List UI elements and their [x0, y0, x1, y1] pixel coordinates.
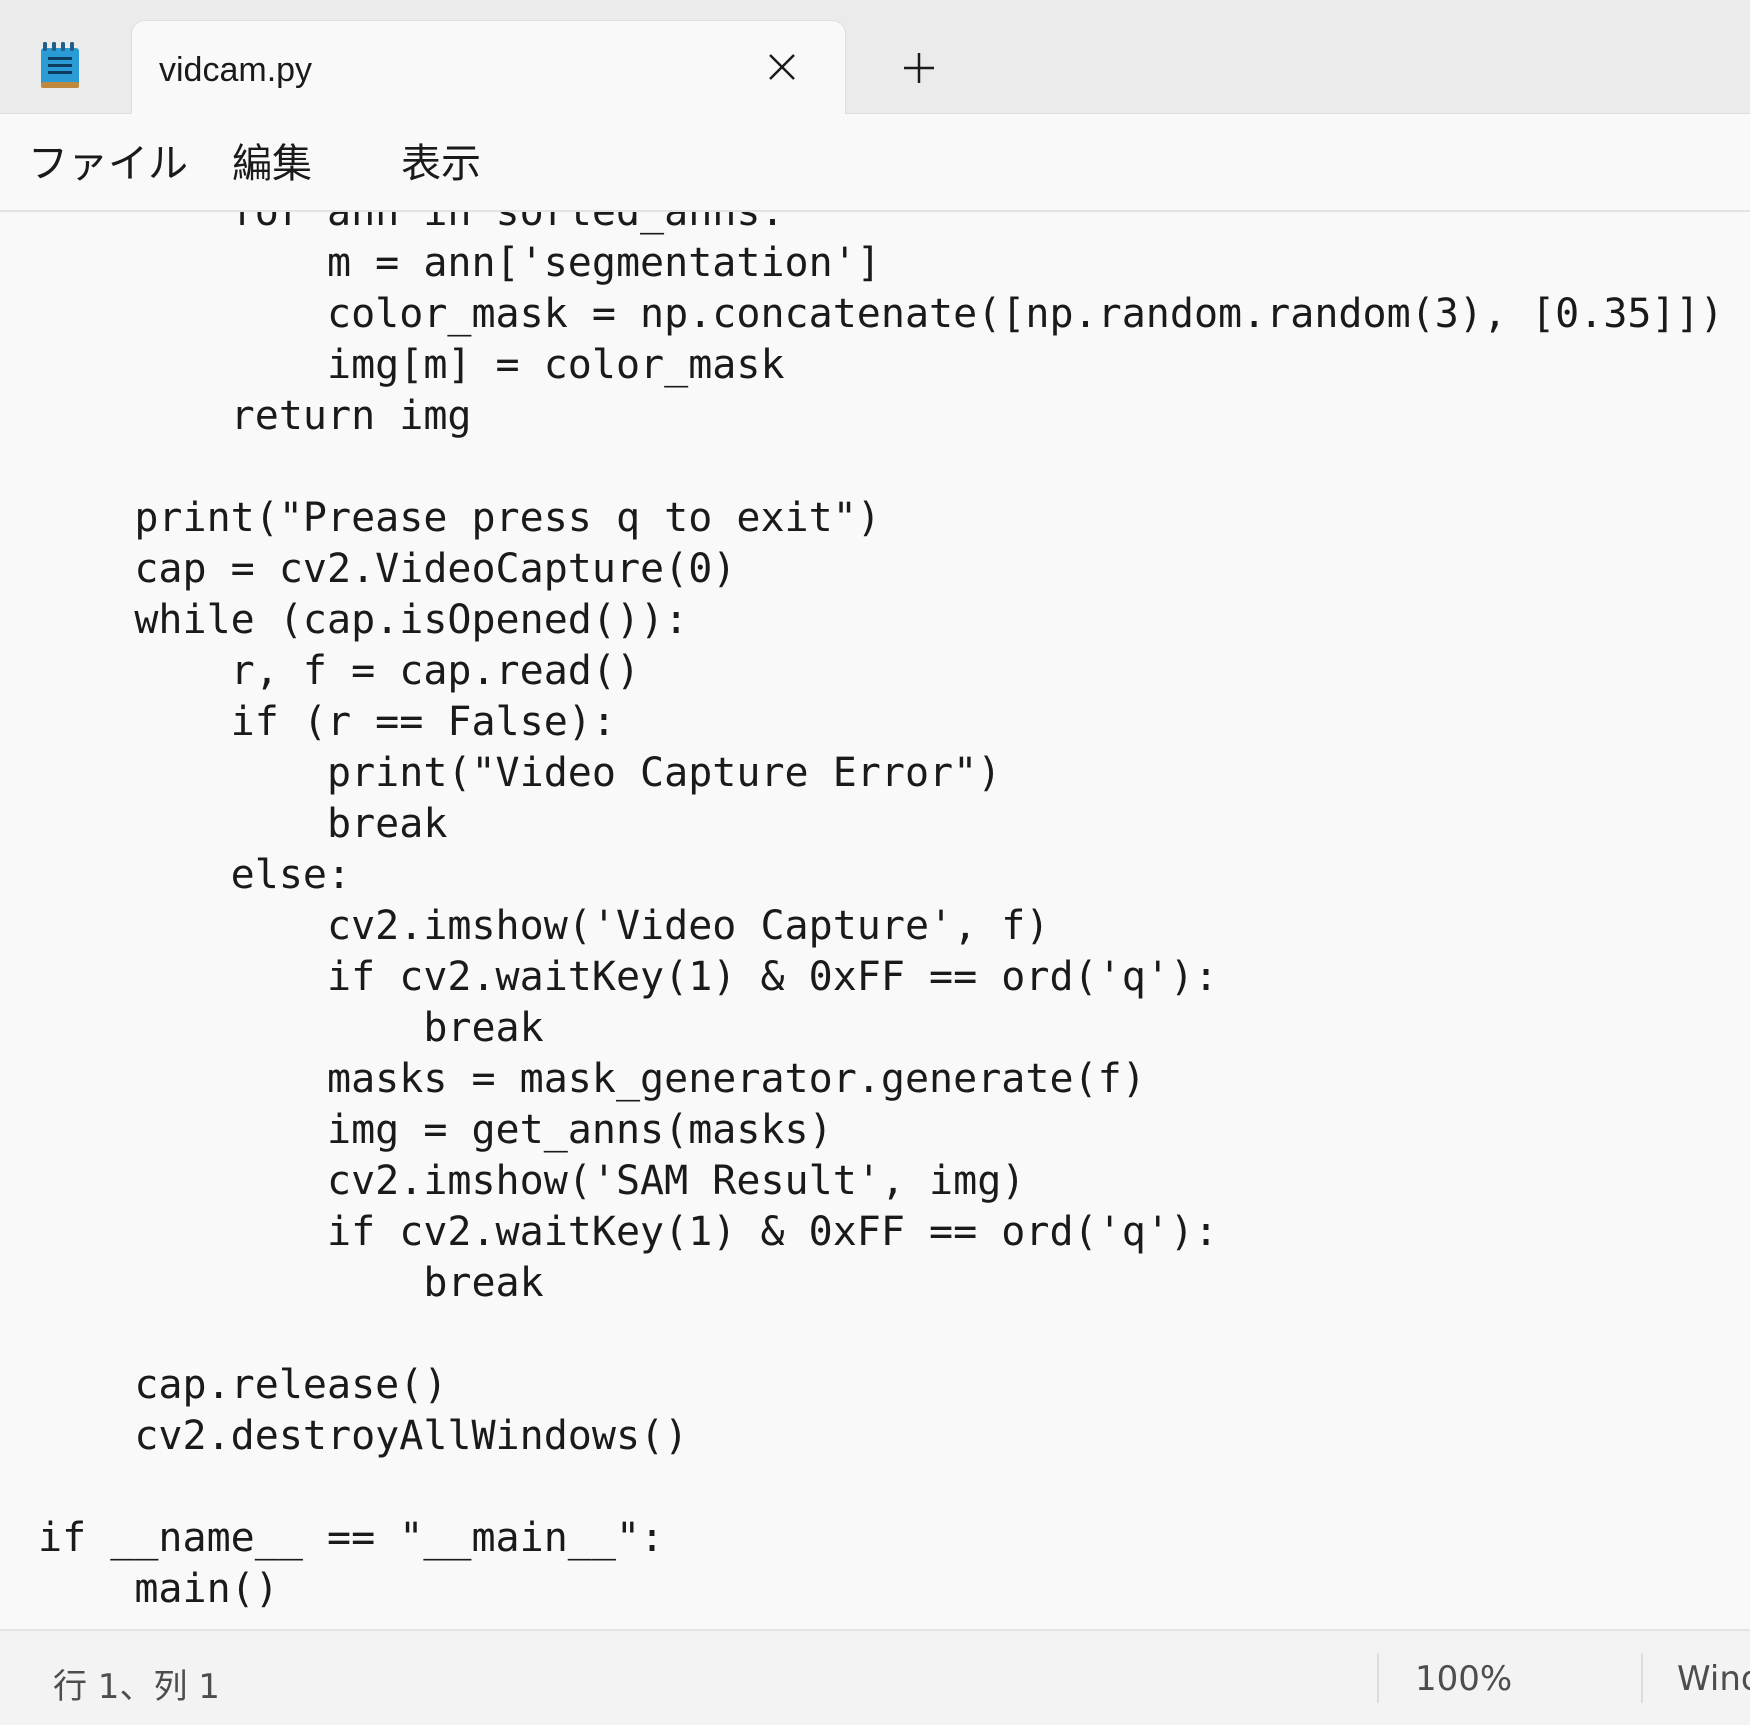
- tab-bar: vidcam.py: [0, 0, 1750, 114]
- zoom-level[interactable]: 100%: [1415, 1659, 1512, 1699]
- code-line[interactable]: masks = mask_generator.generate(f): [38, 1054, 1724, 1105]
- code-line[interactable]: print("Video Capture Error"): [38, 748, 1724, 799]
- status-bar: 行 1、列 1 100% Windows (CRLF): [0, 1629, 1750, 1725]
- code-line[interactable]: r, f = cap.read(): [38, 646, 1724, 697]
- code-line[interactable]: if cv2.waitKey(1) & 0xFF == ord('q'):: [38, 1207, 1724, 1258]
- text-editor[interactable]: for ann in sorted_anns: m = ann['segment…: [0, 212, 1750, 1629]
- notepad-window: vidcam.py ファイル 編集 表示 for ann in sorted_a…: [0, 0, 1750, 1725]
- code-line[interactable]: while (cap.isOpened()):: [38, 595, 1724, 646]
- code-line[interactable]: return img: [38, 391, 1724, 442]
- code-line[interactable]: break: [38, 799, 1724, 850]
- line-ending[interactable]: Windows (CRLF): [1677, 1659, 1750, 1699]
- tab-vidcam[interactable]: vidcam.py: [131, 20, 846, 114]
- status-divider: [1377, 1653, 1379, 1703]
- code-text[interactable]: for ann in sorted_anns: m = ann['segment…: [38, 212, 1724, 1615]
- code-line[interactable]: if cv2.waitKey(1) & 0xFF == ord('q'):: [38, 952, 1724, 1003]
- tab-title: vidcam.py: [159, 51, 313, 89]
- menu-file[interactable]: ファイル: [28, 140, 188, 188]
- notepad-icon: [39, 42, 81, 92]
- code-line[interactable]: cv2.destroyAllWindows(): [38, 1411, 1724, 1462]
- code-line[interactable]: img[m] = color_mask: [38, 340, 1724, 391]
- status-divider: [1641, 1653, 1643, 1703]
- code-line[interactable]: m = ann['segmentation']: [38, 238, 1724, 289]
- code-line[interactable]: main(): [38, 1564, 1724, 1615]
- code-line[interactable]: cv2.imshow('Video Capture', f): [38, 901, 1724, 952]
- menu-bar: ファイル 編集 表示: [0, 114, 1750, 212]
- code-line[interactable]: break: [38, 1003, 1724, 1054]
- code-line[interactable]: cap = cv2.VideoCapture(0): [38, 544, 1724, 595]
- code-line[interactable]: if (r == False):: [38, 697, 1724, 748]
- code-line[interactable]: break: [38, 1258, 1724, 1309]
- code-line[interactable]: for ann in sorted_anns:: [38, 212, 1724, 238]
- code-line[interactable]: [38, 442, 1724, 493]
- menu-edit[interactable]: 編集: [232, 140, 312, 188]
- code-line[interactable]: print("Prease press q to exit"): [38, 493, 1724, 544]
- code-line[interactable]: else:: [38, 850, 1724, 901]
- code-line[interactable]: color_mask = np.concatenate([np.random.r…: [38, 289, 1724, 340]
- plus-icon[interactable]: [898, 47, 940, 89]
- code-line[interactable]: cap.release(): [38, 1360, 1724, 1411]
- close-icon[interactable]: [762, 47, 802, 87]
- cursor-position: 行 1、列 1: [53, 1667, 220, 1707]
- code-line[interactable]: [38, 1462, 1724, 1513]
- code-line[interactable]: img = get_anns(masks): [38, 1105, 1724, 1156]
- menu-view[interactable]: 表示: [401, 140, 481, 188]
- code-line[interactable]: [38, 1309, 1724, 1360]
- code-line[interactable]: cv2.imshow('SAM Result', img): [38, 1156, 1724, 1207]
- code-line[interactable]: if __name__ == "__main__":: [38, 1513, 1724, 1564]
